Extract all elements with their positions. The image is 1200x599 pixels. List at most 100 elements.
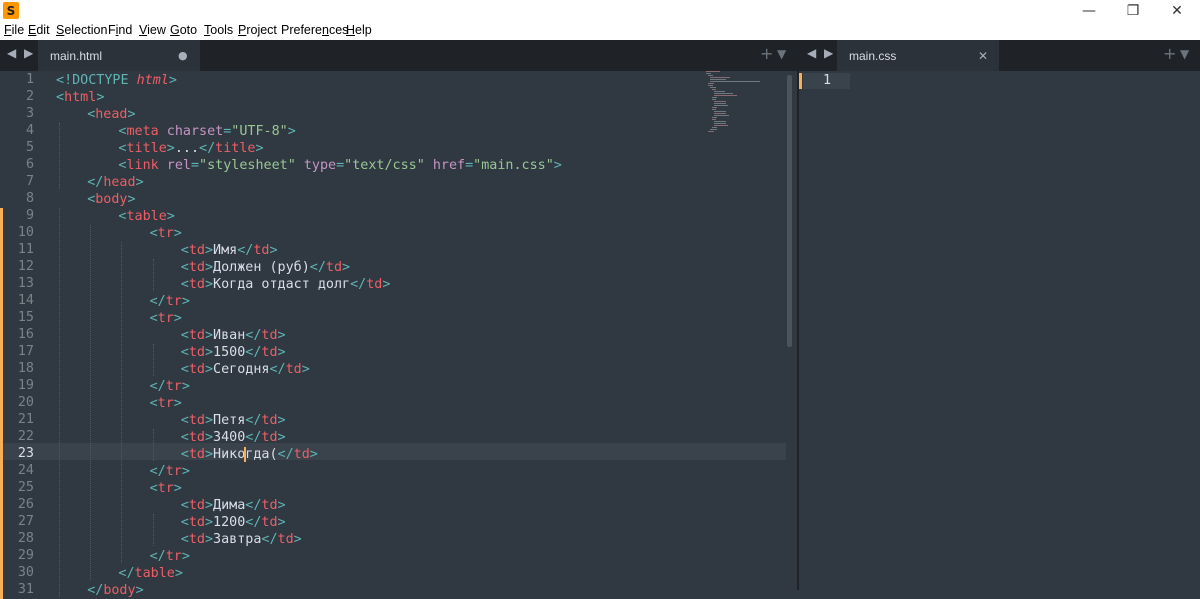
tab-menu-icon[interactable]: ▼ <box>1180 47 1189 61</box>
code-token: < <box>181 328 189 343</box>
code-line[interactable]: </tr> <box>150 378 190 395</box>
code-token <box>159 124 167 139</box>
code-token: td <box>366 277 382 292</box>
menu-help[interactable]: Help <box>346 23 372 37</box>
code-line[interactable]: </head> <box>87 174 143 191</box>
css-editor-pane[interactable]: 1 <box>799 71 1200 590</box>
code-line[interactable]: <link rel="stylesheet" type="text/css" h… <box>118 157 561 174</box>
code-token: < <box>150 396 158 411</box>
code-token: > <box>128 107 136 122</box>
code-token: > <box>278 498 286 513</box>
code-token: = <box>191 158 199 173</box>
code-token: td <box>253 243 269 258</box>
code-line[interactable]: <tr> <box>150 395 182 412</box>
modified-line-marker <box>0 276 3 293</box>
code-token: Завтра <box>213 532 261 547</box>
code-token: table <box>126 209 166 224</box>
minimap-line <box>712 109 716 110</box>
code-token: type <box>304 158 336 173</box>
code-token: Имя <box>213 243 237 258</box>
tab-main-css[interactable]: main.css ✕ <box>837 40 999 71</box>
restore-button[interactable]: ❐ <box>1110 0 1156 22</box>
code-token: > <box>278 413 286 428</box>
code-line[interactable]: <td>Должен (руб)</td> <box>181 259 350 276</box>
code-line[interactable]: <td>Имя</td> <box>181 242 278 259</box>
line-number: 16 <box>18 327 34 342</box>
tab-main-html[interactable]: main.html ● <box>38 40 200 71</box>
close-tab-icon[interactable]: ✕ <box>978 49 988 63</box>
code-line[interactable]: <td>Иван</td> <box>181 327 286 344</box>
code-line[interactable]: <title>...</title> <box>118 140 263 157</box>
code-token: tr <box>158 226 174 241</box>
code-line[interactable]: </tr> <box>150 463 190 480</box>
indent-guide <box>153 344 154 376</box>
code-token: td <box>189 447 205 462</box>
menu-edit[interactable]: Edit <box>28 23 50 37</box>
new-tab-icon[interactable]: + <box>1163 44 1176 63</box>
code-token: </ <box>261 532 277 547</box>
unsaved-dot-icon[interactable]: ● <box>178 49 188 62</box>
code-token: html <box>137 73 169 88</box>
code-token: table <box>135 566 175 581</box>
code-token: Петя <box>213 413 245 428</box>
code-line[interactable]: <td>Когда отдаст долг</td> <box>181 276 391 293</box>
code-line[interactable]: </table> <box>118 565 183 582</box>
close-button[interactable]: ✕ <box>1154 0 1200 22</box>
code-token: td <box>261 413 277 428</box>
menu-find[interactable]: Find <box>108 23 132 37</box>
code-token: = <box>336 158 344 173</box>
code-token: > <box>174 311 182 326</box>
code-line[interactable]: <tr> <box>150 480 182 497</box>
menu-project[interactable]: Project <box>238 23 277 37</box>
code-token: < <box>181 362 189 377</box>
minimize-button[interactable]: — <box>1066 0 1112 22</box>
menu-selection[interactable]: Selection <box>56 23 107 37</box>
vertical-scrollbar[interactable] <box>787 75 792 347</box>
minimap[interactable] <box>706 71 776 141</box>
code-line[interactable]: <td>1500</td> <box>181 344 286 361</box>
code-line[interactable]: <td>Дима</td> <box>181 497 286 514</box>
code-token: > <box>288 124 296 139</box>
minimap-line <box>714 111 726 112</box>
minimap-line <box>714 121 726 122</box>
code-line[interactable]: <td>Петя</td> <box>181 412 286 429</box>
code-line[interactable]: <tr> <box>150 310 182 327</box>
html-editor-pane[interactable]: 1234567891011121314151617181920212223242… <box>0 71 797 590</box>
indent-guide <box>121 242 122 563</box>
code-line[interactable]: <table> <box>118 208 174 225</box>
menu-preferences[interactable]: Preferences <box>281 23 348 37</box>
code-line[interactable]: <td>Сегодня</td> <box>181 361 310 378</box>
tab-menu-icon[interactable]: ▼ <box>777 47 786 61</box>
code-line[interactable]: <!DOCTYPE html> <box>56 72 177 89</box>
code-token: > <box>128 192 136 207</box>
minimap-line <box>714 115 729 116</box>
code-line[interactable]: <head> <box>87 106 135 123</box>
code-token: > <box>205 362 213 377</box>
line-number: 6 <box>26 157 34 172</box>
code-token: </ <box>150 549 166 564</box>
code-line[interactable]: <td>3400</td> <box>181 429 286 446</box>
code-line[interactable]: </tr> <box>150 548 190 565</box>
code-line[interactable]: <td>Никогда(</td> <box>181 446 318 463</box>
code-token: Сегодня <box>213 362 269 377</box>
menu-view[interactable]: View <box>139 23 166 37</box>
code-token: meta <box>126 124 158 139</box>
code-line[interactable]: <html> <box>56 89 104 106</box>
code-line[interactable]: </tr> <box>150 293 190 310</box>
menu-tools[interactable]: Tools <box>204 23 233 37</box>
code-line[interactable]: <meta charset="UTF-8"> <box>118 123 295 140</box>
code-token: td <box>261 430 277 445</box>
menu-goto[interactable]: Goto <box>170 23 197 37</box>
code-line[interactable]: <td>Завтра</td> <box>181 531 302 548</box>
new-tab-icon[interactable]: + <box>760 44 773 63</box>
tab-nav-arrows[interactable]: ◀ ▶ <box>7 46 35 60</box>
code-line[interactable]: <body> <box>87 191 135 208</box>
code-line[interactable]: <tr> <box>150 225 182 242</box>
code-line[interactable]: </body> <box>87 582 143 599</box>
code-token: td <box>261 498 277 513</box>
menu-file[interactable]: File <box>4 23 24 37</box>
code-line[interactable]: <td>1200</td> <box>181 514 286 531</box>
code-token: < <box>56 90 64 105</box>
line-number: 14 <box>18 293 34 308</box>
tab-nav-arrows[interactable]: ◀ ▶ <box>807 46 835 60</box>
